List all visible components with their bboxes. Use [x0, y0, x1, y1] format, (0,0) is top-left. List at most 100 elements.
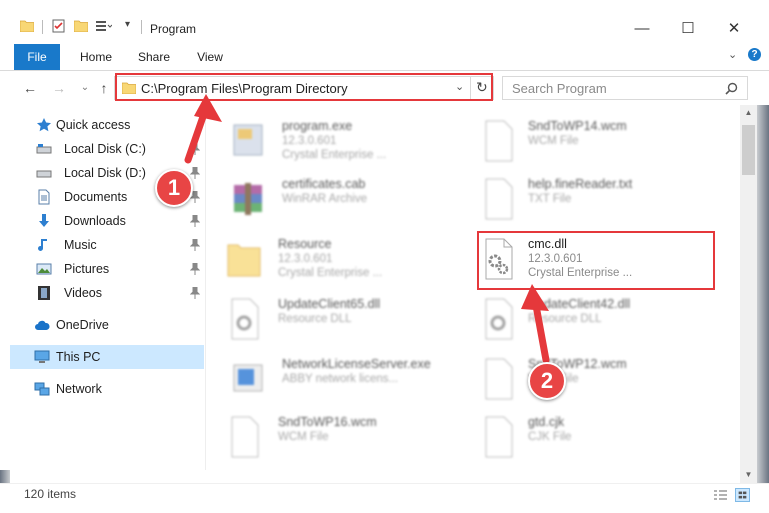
file-item-certificates-cab[interactable]: certificates.cab WinRAR Archive [206, 169, 446, 225]
close-button[interactable]: ✕ [711, 14, 757, 44]
sidebar-item-onedrive[interactable]: OneDrive [10, 313, 204, 337]
file-detail: WCM File [278, 431, 329, 443]
folder-icon[interactable] [20, 20, 34, 32]
file-icon [485, 416, 513, 458]
item-count: 120 items [24, 487, 77, 501]
scroll-thumb[interactable] [742, 125, 755, 175]
window-title: Program [150, 22, 197, 36]
back-arrow-icon[interactable]: ← [21, 80, 39, 96]
address-highlight-box [115, 73, 493, 101]
drive-icon [36, 170, 52, 178]
file-name: certificates.cab [282, 177, 366, 191]
ribbon-tabs: File Home Share View ⌄ ? [0, 44, 769, 71]
file-item-updateclient65-dll[interactable]: UpdateClient65.dll Resource DLL [206, 289, 446, 345]
sidebar-item-label: Music [64, 238, 97, 252]
file-icon [231, 416, 259, 458]
sidebar-item-music[interactable]: Music [10, 233, 204, 257]
file-detail: TXT File [528, 193, 572, 205]
details-view-icon[interactable] [713, 489, 728, 502]
sidebar-item-quick-access[interactable]: Quick access [10, 113, 204, 137]
file-item-program-exe[interactable]: program.exe 12.3.0.601 Crystal Enterpris… [206, 111, 446, 167]
star-icon [37, 118, 51, 132]
search-icon[interactable] [725, 82, 738, 95]
background-edge [757, 105, 769, 512]
file-name: SndToWP16.wcm [278, 415, 377, 429]
cloud-icon [35, 320, 50, 330]
search-box[interactable] [502, 76, 748, 100]
computer-icon [34, 350, 50, 363]
properties-icon[interactable] [52, 19, 65, 33]
sidebar-item-label: OneDrive [56, 318, 109, 332]
file-name: gtd.cjk [528, 415, 565, 429]
tiles-view-icon[interactable] [735, 488, 750, 502]
sidebar-item-local-disk-c[interactable]: Local Disk (C:) [10, 137, 204, 161]
file-name: Resource [278, 237, 332, 251]
file-detail: ABBY network licens... [282, 373, 399, 385]
file-name: UpdateClient42.dll [528, 297, 631, 311]
dll-gear-icon [485, 298, 513, 340]
file-detail: Resource DLL [278, 313, 352, 325]
help-icon[interactable]: ? [748, 48, 761, 61]
pin-icon[interactable] [190, 215, 200, 227]
file-item-resource[interactable]: Resource 12.3.0.601 Crystal Enterprise .… [206, 229, 446, 285]
tab-view[interactable]: View [188, 44, 232, 70]
file-detail: Crystal Enterprise ... [282, 149, 387, 161]
divider [42, 20, 43, 34]
step-badge-1: 1 [155, 169, 193, 207]
scroll-up-icon[interactable]: ▲ [740, 105, 757, 121]
pin-icon[interactable] [190, 167, 200, 179]
maximize-button[interactable]: ☐ [665, 14, 711, 44]
new-folder-icon[interactable] [74, 20, 88, 32]
forward-arrow-icon[interactable]: → [50, 80, 68, 96]
folder-icon [227, 244, 261, 277]
file-highlight-box [477, 231, 715, 290]
sidebar-item-label: Pictures [64, 262, 110, 276]
film-icon [38, 286, 50, 300]
sidebar-item-network[interactable]: Network [10, 377, 204, 401]
file-detail: WCM File [528, 135, 579, 147]
file-name: program.exe [282, 119, 353, 133]
sidebar-item-downloads[interactable]: Downloads [10, 209, 204, 233]
recent-locations-icon[interactable]: ⌄ [76, 82, 94, 93]
expand-ribbon-icon[interactable]: ⌄ [728, 48, 737, 61]
up-arrow-icon[interactable]: ↑ [95, 80, 113, 96]
minimize-button[interactable]: — [619, 14, 665, 44]
tab-file[interactable]: File [14, 44, 60, 70]
step-badge-2: 2 [528, 362, 566, 400]
file-detail: 12.3.0.601 [278, 253, 333, 265]
file-detail: 12.3.0.601 [282, 135, 337, 147]
pin-icon[interactable] [190, 263, 200, 275]
file-item-sndtowp16-wcm[interactable]: SndToWP16.wcm WCM File [206, 407, 446, 463]
sidebar-item-videos[interactable]: Videos [10, 281, 204, 305]
scroll-down-icon[interactable]: ▼ [740, 467, 757, 483]
sidebar-item-this-pc[interactable]: This PC [10, 345, 204, 369]
sidebar-item-label: Local Disk (D:) [64, 166, 146, 180]
file-item-updateclient42-dll[interactable]: UpdateClient42.dll Resource DLL [468, 289, 708, 345]
tab-share[interactable]: Share [130, 44, 178, 70]
file-item-sndtowp14-wcm[interactable]: SndToWP14.wcm WCM File [468, 111, 708, 167]
search-input[interactable] [503, 77, 727, 99]
status-bar: 120 items [0, 483, 769, 513]
sidebar-item-label: Downloads [64, 214, 126, 228]
file-icon [485, 358, 513, 400]
file-item-sndtowp12-wcm[interactable]: SndToWP12.wcm WCM File [468, 349, 708, 405]
archive-icon [234, 183, 262, 215]
pin-icon[interactable] [190, 287, 200, 299]
title-bar: ▾ Program — ☐ ✕ [0, 0, 769, 44]
vertical-scrollbar[interactable]: ▲ ▼ [740, 105, 757, 483]
sidebar-item-pictures[interactable]: Pictures [10, 257, 204, 281]
file-item-networklicenseserver-exe[interactable]: NetworkLicenseServer.exe ABBY network li… [206, 349, 446, 405]
file-name: NetworkLicenseServer.exe [282, 357, 431, 371]
file-name: help.fineReader.txt [528, 177, 633, 191]
chevron-down-icon[interactable]: ▾ [125, 19, 130, 30]
pictures-icon [36, 263, 52, 275]
file-name: SndToWP14.wcm [528, 119, 627, 133]
customize-icon[interactable] [96, 20, 112, 33]
tab-home[interactable]: Home [72, 44, 120, 70]
sidebar-item-label: Documents [64, 190, 128, 204]
pin-icon[interactable] [190, 239, 200, 251]
pin-icon[interactable] [190, 143, 200, 155]
download-arrow-icon [39, 214, 49, 227]
file-item-gtd-cjk[interactable]: gtd.cjk CJK File [468, 407, 708, 463]
file-item-help-finereader-txt[interactable]: help.fineReader.txt TXT File [468, 169, 708, 225]
